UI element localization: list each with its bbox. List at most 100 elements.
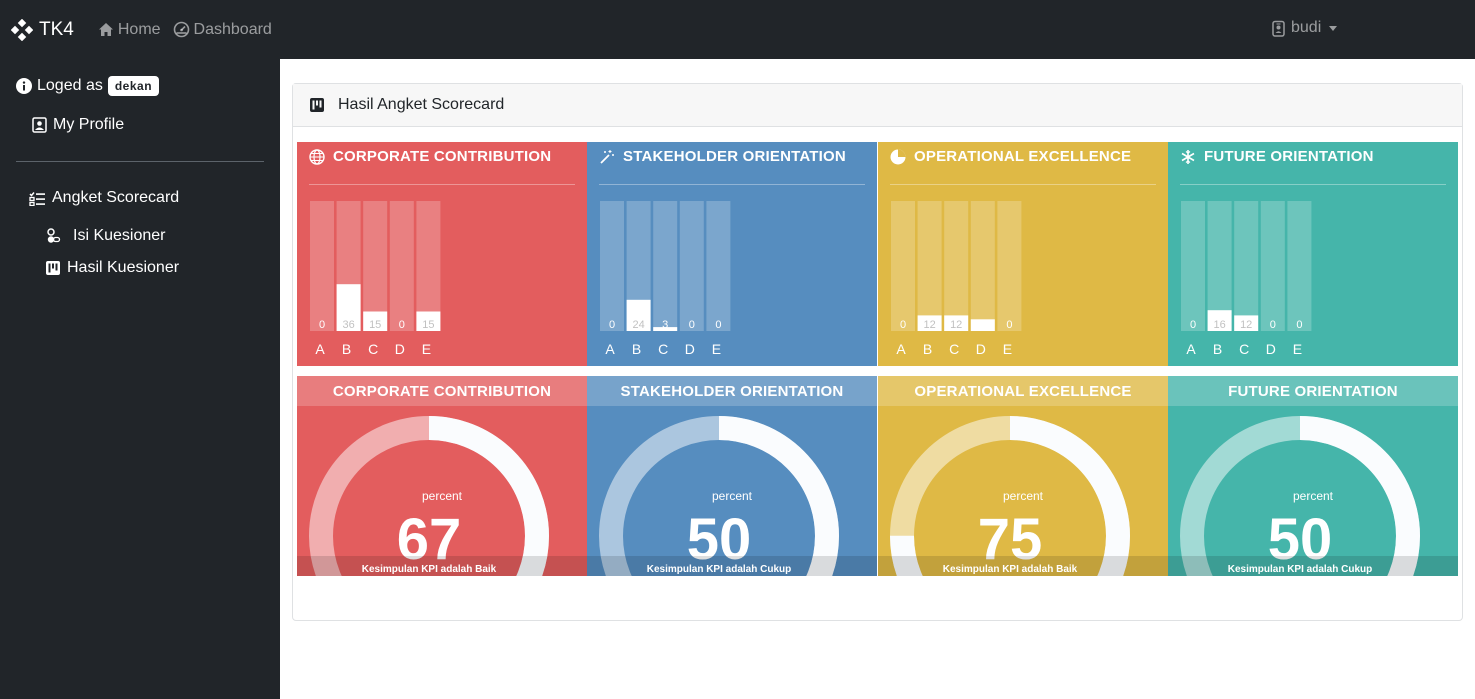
brand-name: TK4	[39, 18, 74, 40]
bar-chart-future-orientation: 0 A 16 B 12 C 0 D 0 E	[1181, 201, 1312, 357]
bar-value-label: 0	[900, 319, 906, 331]
toggles-icon	[47, 228, 61, 243]
gauge-operational-excellence: OPERATIONAL EXCELLENCE percent 75 Kesimp…	[878, 376, 1168, 576]
user-dropdown[interactable]: budi	[1272, 19, 1338, 37]
nav-dashboard[interactable]: Dashboard	[173, 21, 272, 39]
gauge-caption-bar: Kesimpulan KPI adalah Baik	[878, 556, 1168, 576]
person-card-icon	[32, 117, 47, 133]
sidebar-item-my-profile[interactable]: My Profile	[32, 116, 124, 134]
bar-track	[1260, 201, 1285, 331]
category-label: B	[342, 341, 351, 357]
bar-value-label: 24	[632, 319, 644, 331]
gauge-caption: Kesimpulan KPI adalah Baik	[942, 564, 1078, 575]
category-label: C	[949, 341, 959, 357]
category-label: C	[1239, 341, 1249, 357]
category-label: C	[368, 341, 378, 357]
bar-track	[653, 201, 678, 331]
nav-home[interactable]: Home	[98, 21, 161, 39]
bar-track	[389, 201, 414, 331]
bar-value-label: 0	[1190, 319, 1196, 331]
chevron-down-icon	[1329, 25, 1338, 31]
category-label: B	[923, 341, 932, 357]
bar-value-label: 12	[1240, 319, 1252, 331]
gauge-title: STAKEHOLDER ORIENTATION	[587, 376, 877, 406]
bar-chart-stakeholder-orientation: 0 A 24 B 3 C 0 D 0 E	[600, 201, 731, 357]
bar-value-label: 0	[689, 319, 695, 331]
category-label: B	[1213, 341, 1222, 357]
panel-operational-excellence: OPERATIONAL EXCELLENCE 0 A 12 B 12 C 9 D 0 E	[878, 142, 1168, 366]
gauge-title: OPERATIONAL EXCELLENCE	[878, 376, 1168, 406]
gauge-caption-bar: Kesimpulan KPI adalah Cukup	[587, 556, 877, 576]
bar-track	[970, 201, 995, 331]
category-label: B	[632, 341, 641, 357]
panel-corporate-contribution: CORPORATE CONTRIBUTION 0 A 36 B 15 C 0 D 15 E	[297, 142, 587, 366]
bar-value-label: 15	[369, 319, 381, 331]
login-status: Loged as dekan	[16, 76, 160, 96]
category-label: A	[315, 341, 325, 357]
bar-track	[1287, 201, 1312, 331]
category-label: A	[896, 341, 906, 357]
info-icon	[16, 78, 32, 94]
gauge-title: FUTURE ORIENTATION	[1168, 376, 1458, 406]
bar-value-label: 12	[950, 319, 962, 331]
bar-value-label: 0	[1296, 319, 1302, 331]
loged-as-label: Loged as	[37, 77, 103, 94]
bar-track	[997, 201, 1022, 331]
person-badge-icon	[1272, 20, 1285, 37]
gauge-caption-bar: Kesimpulan KPI adalah Cukup	[1168, 556, 1458, 576]
gauge-percent-label: percent	[1002, 489, 1044, 503]
sidebar-item-label: Hasil Kuesioner	[67, 259, 180, 276]
bar-track	[1234, 201, 1259, 331]
category-label: E	[712, 341, 721, 357]
card-title: Hasil Angket Scorecard	[338, 96, 505, 113]
gauge-corporate-contribution: CORPORATE CONTRIBUTION percent 67 Kesimp…	[297, 376, 587, 576]
bar-value-label: 0	[399, 319, 405, 331]
kanban-icon	[310, 98, 324, 112]
bar-track	[679, 201, 704, 331]
bar-value-label: 9	[980, 319, 986, 331]
role-badge: dekan	[107, 76, 160, 96]
nav-home-label: Home	[117, 20, 161, 38]
gauge-title: CORPORATE CONTRIBUTION	[297, 376, 587, 406]
gauge-stakeholder-orientation: STAKEHOLDER ORIENTATION percent 50 Kesim…	[587, 376, 877, 576]
bar-track	[600, 201, 624, 331]
gauge-caption: Kesimpulan KPI adalah Baik	[361, 564, 497, 575]
bar-value-label: 36	[342, 319, 354, 331]
category-label: D	[1266, 341, 1276, 357]
category-label: D	[395, 341, 405, 357]
category-label: E	[422, 341, 431, 357]
gauge-caption: Kesimpulan KPI adalah Cukup	[646, 564, 792, 575]
bar-chart-operational-excellence: 0 A 12 B 12 C 9 D 0 E	[891, 201, 1022, 357]
gauge-future-orientation: FUTURE ORIENTATION percent 50 Kesimpulan…	[1168, 376, 1458, 576]
gauge-caption: Kesimpulan KPI adalah Cukup	[1227, 564, 1373, 575]
bar-value-label: 0	[1270, 319, 1276, 331]
bar-value-label: 15	[422, 319, 434, 331]
bar-value-label: 3	[662, 319, 668, 331]
bar-chart-corporate-contribution: 0 A 36 B 15 C 0 D 15 E	[310, 201, 441, 357]
house-icon	[98, 23, 113, 36]
bar-track	[891, 201, 915, 331]
brand-link[interactable]: TK4	[11, 18, 74, 41]
sidebar-section-angket-scorecard[interactable]: Angket Scorecard	[29, 189, 179, 207]
bar-track	[706, 201, 731, 331]
bar-track	[1181, 201, 1205, 331]
category-label: C	[658, 341, 668, 357]
sidebar-item-hasil-kuesioner[interactable]: Hasil Kuesioner	[45, 259, 179, 277]
bar-track	[310, 201, 334, 331]
panel-stakeholder-orientation: STAKEHOLDER ORIENTATION 0 A 24 B 3 C 0 D 0 E	[587, 142, 877, 366]
gauge-percent-label: percent	[421, 489, 463, 503]
sidebar-item-isi-kuesioner[interactable]: Isi Kuesioner	[45, 227, 166, 245]
nav-dashboard-label: Dashboard	[193, 20, 272, 38]
category-label: A	[605, 341, 615, 357]
category-label: D	[976, 341, 986, 357]
bar-value-label: 0	[1006, 319, 1012, 331]
list-check-icon	[29, 191, 45, 206]
bar-value-label: 16	[1213, 319, 1225, 331]
bar-track	[917, 201, 942, 331]
bar-value-label: 0	[715, 319, 721, 331]
bar-value-label: 0	[319, 319, 325, 331]
panel-future-orientation: FUTURE ORIENTATION 0 A 16 B 12 C 0 D 0 E	[1168, 142, 1458, 366]
sidebar-item-label: My Profile	[53, 116, 125, 133]
gauge-caption-bar: Kesimpulan KPI adalah Baik	[297, 556, 587, 576]
card-header: Hasil Angket Scorecard	[293, 84, 1462, 127]
